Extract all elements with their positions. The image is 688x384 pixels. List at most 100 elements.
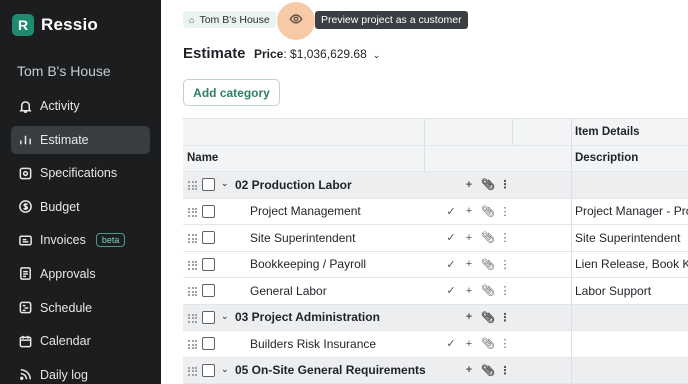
chevron-down-icon[interactable]: ⌄ [221,364,229,375]
drag-handle-icon[interactable] [188,313,197,323]
drag-handle-icon[interactable] [188,207,197,217]
sidebar-item-approvals[interactable]: Approvals [11,260,150,288]
sidebar-item-budget[interactable]: Budget [11,193,150,221]
row-checkbox[interactable] [202,178,215,191]
table-row[interactable]: ⌄ 03 Project Administration + 📎︎ ⋮ [183,304,688,331]
paperclip-icon[interactable]: 📎︎ [481,364,495,377]
table-row[interactable]: ⌄ 05 On-Site General Requirements + 📎︎ ⋮ [183,357,688,384]
paperclip-icon[interactable]: 📎︎ [481,178,495,191]
plus-icon[interactable]: + [463,205,475,217]
row-actions: + 📎︎ ⋮ [463,364,511,377]
drag-handle-icon[interactable] [188,181,197,190]
plus-icon[interactable]: + [463,311,475,323]
plus-icon[interactable]: + [463,179,475,191]
paperclip-icon[interactable]: 📎︎ [481,205,495,218]
column-divider [571,145,572,171]
kebab-menu-icon[interactable]: ⋮ [499,178,511,191]
drag-handle-icon[interactable] [188,366,197,376]
breadcrumb-project: Tom B's House [199,13,270,26]
row-checkbox[interactable] [202,284,215,297]
kebab-menu-icon[interactable]: ⋮ [499,205,511,218]
plus-icon[interactable]: + [463,232,475,244]
approve-check-icon[interactable]: ✓ [445,284,457,297]
row-checkbox[interactable] [202,231,215,244]
paperclip-icon[interactable]: 📎︎ [481,311,495,324]
drag-handle-icon[interactable] [188,234,197,243]
kebab-menu-icon[interactable]: ⋮ [499,311,511,324]
home-icon: ⌂ [189,14,195,25]
row-checkbox[interactable] [202,257,215,271]
table-row[interactable]: ⌄ 02 Production Labor + 📎︎ ⋮ [183,172,688,199]
plus-icon[interactable]: + [463,258,475,270]
table-row[interactable]: Builders Risk Insurance ✓ + 📎︎ ⋮ [183,331,688,358]
paperclip-icon[interactable]: 📎︎ [481,258,495,271]
row-actions: + 📎︎ ⋮ [463,311,511,324]
row-checkbox[interactable] [202,363,215,377]
column-divider [571,172,572,198]
approve-check-icon[interactable]: ✓ [445,337,457,350]
category-name: 03 Project Administration [235,310,380,325]
column-divider [512,119,513,145]
plus-icon[interactable]: + [463,338,475,350]
sidebar-item-daily-log[interactable]: Daily log [11,361,150,384]
plus-icon[interactable]: + [463,285,475,297]
item-details-header: Item Details [575,125,640,138]
sidebar-nav: Activity Estimate Specifications Budget … [11,92,150,384]
row-actions: ✓ + 📎︎ ⋮ [445,258,511,271]
sidebar-item-invoices[interactable]: Invoices beta [11,226,150,254]
chart-icon [18,132,33,147]
item-name: Site Superintendent [250,230,356,245]
chevron-down-icon[interactable]: ⌄ [221,311,229,322]
table-row[interactable]: Site Superintendent ✓ + 📎︎ ⋮ Site Superi… [183,225,688,252]
kebab-menu-icon[interactable]: ⋮ [499,364,511,377]
paperclip-icon[interactable]: 📎︎ [481,231,495,244]
brand-name: Ressio [41,15,98,34]
schedule-icon [18,300,33,315]
target-icon [18,166,33,181]
sidebar-item-activity[interactable]: Activity [11,92,150,120]
row-checkbox[interactable] [202,204,215,218]
item-description: Project Manager - Pro [575,204,688,219]
approve-check-icon[interactable]: ✓ [445,205,457,218]
name-column-header[interactable]: Name [187,152,218,164]
sidebar-item-specifications[interactable]: Specifications [11,159,150,187]
table-row[interactable]: Project Management ✓ + 📎︎ ⋮ Project Mana… [183,198,688,225]
price-label: Price [254,47,284,61]
column-divider [571,198,572,224]
table-row[interactable]: General Labor ✓ + 📎︎ ⋮ Labor Support [183,278,688,305]
description-column-header[interactable]: Description [575,152,638,164]
dollar-icon [18,199,33,214]
row-checkbox[interactable] [202,337,215,350]
breadcrumb[interactable]: ⌂ Tom B's House [183,11,276,28]
kebab-menu-icon[interactable]: ⋮ [499,284,511,297]
table-row[interactable]: Bookkeeping / Payroll ✓ + 📎︎ ⋮ Lien Rele… [183,251,688,278]
drag-handle-icon[interactable] [188,287,197,296]
plus-icon[interactable]: + [463,364,475,376]
add-category-button[interactable]: Add category [183,79,280,106]
sidebar-item-calendar[interactable]: Calendar [11,327,150,355]
kebab-menu-icon[interactable]: ⋮ [499,258,511,271]
row-actions: + 📎︎ ⋮ [463,178,511,192]
table-group-header: Item Details [183,119,688,146]
drag-handle-icon[interactable] [188,340,197,349]
approve-check-icon[interactable]: ✓ [445,258,457,271]
chevron-down-icon[interactable]: ⌄ [221,178,229,189]
paperclip-icon[interactable]: 📎︎ [481,284,495,297]
column-divider [571,251,572,277]
kebab-menu-icon[interactable]: ⋮ [499,337,511,350]
paperclip-icon[interactable]: 📎︎ [481,337,495,350]
sidebar-item-estimate[interactable]: Estimate [11,125,150,154]
column-divider [424,145,425,171]
brand[interactable]: R Ressio [12,14,98,36]
approve-check-icon[interactable]: ✓ [445,231,457,244]
drag-handle-icon[interactable] [188,260,197,270]
preview-button[interactable] [277,2,315,40]
item-name: Builders Risk Insurance [250,336,377,351]
price-dropdown[interactable]: Price: $1,036,629.68 ⌄ [254,47,380,61]
item-name: Project Management [250,204,361,219]
item-name: Bookkeeping / Payroll [250,257,367,272]
kebab-menu-icon[interactable]: ⋮ [499,231,511,244]
row-checkbox[interactable] [202,310,215,324]
sidebar-item-schedule[interactable]: Schedule [11,294,150,322]
sidebar-item-label: Estimate [40,132,89,147]
